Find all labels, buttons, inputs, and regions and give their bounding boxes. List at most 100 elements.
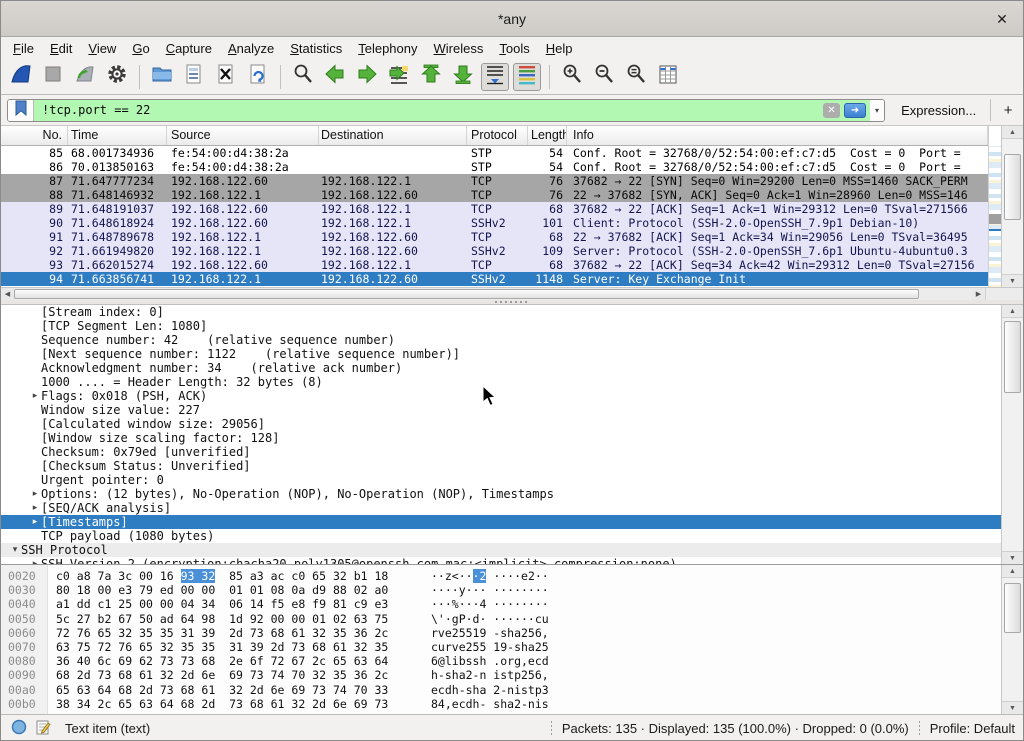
detail-row[interactable]: Urgent pointer: 0 — [1, 473, 1001, 487]
packet-list-minimap[interactable] — [988, 126, 1001, 287]
go-last-button[interactable] — [449, 63, 477, 91]
hex-row[interactable]: 006072 76 65 32 35 35 31 39 2d 73 68 61 … — [1, 626, 1001, 640]
hex-bytes[interactable]: 5c 27 b2 67 50 ad 64 98 1d 92 00 00 01 0… — [56, 612, 388, 626]
column-header-destination[interactable]: Destination — [319, 126, 467, 145]
detail-row[interactable]: Checksum: 0x79ed [unverified] — [1, 445, 1001, 459]
column-header-info[interactable]: Info — [567, 126, 988, 145]
menu-item-file[interactable]: File — [5, 39, 42, 58]
colorize-button[interactable] — [513, 63, 541, 91]
detail-row[interactable]: ▸Flags: 0x018 (PSH, ACK) — [1, 389, 1001, 403]
hex-row[interactable]: 009068 2d 73 68 61 32 2d 6e 69 73 74 70 … — [1, 668, 1001, 682]
menu-item-tools[interactable]: Tools — [491, 39, 537, 58]
scroll-right-arrow[interactable]: ▶ — [972, 288, 985, 300]
detail-row[interactable]: [Next sequence number: 1122 (relative se… — [1, 347, 1001, 361]
expression-button[interactable]: Expression... — [901, 103, 976, 118]
packet-row[interactable]: 9171.648789678192.168.122.1192.168.122.6… — [1, 230, 988, 244]
scroll-up-arrow[interactable]: ▲ — [1002, 565, 1023, 578]
packet-row[interactable]: 8771.647777234192.168.122.60192.168.122.… — [1, 174, 988, 188]
start-capture-button[interactable] — [7, 63, 35, 91]
hex-bytes[interactable]: 65 63 64 68 2d 73 68 61 32 2d 6e 69 73 7… — [56, 683, 388, 697]
packet-row[interactable]: 8971.648191037192.168.122.60192.168.122.… — [1, 202, 988, 216]
hex-bytes[interactable]: 38 34 2c 65 63 64 68 2d 73 68 61 32 2d 6… — [56, 697, 388, 711]
hex-ascii[interactable]: ····y··· ········ — [431, 583, 549, 597]
hex-ascii[interactable]: 6@libssh .org,ecd — [431, 654, 549, 668]
column-header-protocol[interactable]: Protocol — [467, 126, 528, 145]
packet-row[interactable]: 8670.013850163fe:54:00:d4:38:2aSTP54Conf… — [1, 160, 988, 174]
hex-ascii[interactable]: curve255 19-sha25 — [431, 640, 549, 654]
menu-item-telephony[interactable]: Telephony — [350, 39, 425, 58]
hex-row[interactable]: 003080 18 00 e3 79 ed 00 00 01 01 08 0a … — [1, 583, 1001, 597]
detail-row[interactable]: ▸SSH Version 2 (encryption:chacha20-poly… — [1, 557, 1001, 564]
packet-row[interactable]: 9471.663856741192.168.122.1192.168.122.6… — [1, 272, 988, 286]
hex-ascii[interactable]: h-sha2-n istp256, — [431, 668, 549, 682]
detail-row[interactable]: [Window size scaling factor: 128] — [1, 431, 1001, 445]
hex-bytes[interactable]: c0 a8 7a 3c 00 16 93 32 85 a3 ac c0 65 3… — [56, 569, 388, 583]
filter-text[interactable]: !tcp.port == 22 — [42, 103, 819, 117]
hex-bytes[interactable]: a1 dd c1 25 00 00 04 34 06 14 f5 e8 f9 8… — [56, 597, 388, 611]
expander-icon[interactable]: ▸ — [29, 517, 41, 527]
detail-row[interactable]: ▸[Timestamps] — [1, 515, 1001, 529]
hex-ascii[interactable]: rve25519 -sha256, — [431, 626, 549, 640]
zoom-in-button[interactable] — [558, 63, 586, 91]
hex-bytes[interactable]: 36 40 6c 69 62 73 73 68 2e 6f 72 67 2c 6… — [56, 654, 388, 668]
filter-clear-button[interactable]: ✕ — [823, 103, 840, 118]
hex-row[interactable]: 00b038 34 2c 65 63 64 68 2d 73 68 61 32 … — [1, 697, 1001, 711]
hex-row[interactable]: 00a065 63 64 68 2d 73 68 61 32 2d 6e 69 … — [1, 683, 1001, 697]
capture-options-button[interactable] — [103, 63, 131, 91]
hex-ascii[interactable]: ··z<···2 ····e2·· — [431, 569, 549, 583]
detail-row[interactable]: [Checksum Status: Unverified] — [1, 459, 1001, 473]
packet-list-hscrollbar[interactable]: ◀ ▶ — [1, 287, 1023, 300]
detail-row[interactable]: [Stream index: 0] — [1, 305, 1001, 319]
scroll-down-arrow[interactable]: ▼ — [1002, 701, 1023, 714]
hex-row[interactable]: 008036 40 6c 69 62 73 73 68 2e 6f 72 67 … — [1, 654, 1001, 668]
scroll-left-arrow[interactable]: ◀ — [1, 288, 14, 300]
capture-comment-icon[interactable] — [35, 719, 51, 738]
scroll-thumb[interactable] — [1004, 154, 1021, 220]
expert-info-icon[interactable] — [11, 719, 27, 738]
scroll-down-arrow[interactable]: ▼ — [1002, 551, 1023, 564]
column-header-source[interactable]: Source — [167, 126, 319, 145]
menu-item-edit[interactable]: Edit — [42, 39, 80, 58]
reload-file-button[interactable] — [244, 63, 272, 91]
save-file-button[interactable] — [180, 63, 208, 91]
add-filter-button[interactable]: + — [999, 102, 1017, 119]
expander-icon[interactable]: ▸ — [29, 489, 41, 499]
detail-row[interactable]: Sequence number: 42 (relative sequence n… — [1, 333, 1001, 347]
hex-bytes[interactable]: 80 18 00 e3 79 ed 00 00 01 01 08 0a d9 8… — [56, 583, 388, 597]
hex-bytes[interactable]: 63 75 72 76 65 32 35 35 31 39 2d 73 68 6… — [56, 640, 388, 654]
detail-row[interactable]: ▸Options: (12 bytes), No-Operation (NOP)… — [1, 487, 1001, 501]
hex-ascii[interactable]: ecdh-sha 2-nistp3 — [431, 683, 549, 697]
detail-row[interactable]: 1000 .... = Header Length: 32 bytes (8) — [1, 375, 1001, 389]
detail-row[interactable]: TCP payload (1080 bytes) — [1, 529, 1001, 543]
display-filter-input[interactable]: !tcp.port == 22 ✕ ➜ ▾ — [7, 99, 885, 122]
menu-item-go[interactable]: Go — [124, 39, 157, 58]
go-back-button[interactable] — [321, 63, 349, 91]
menu-item-capture[interactable]: Capture — [158, 39, 220, 58]
expander-icon[interactable]: ▾ — [9, 545, 21, 555]
detail-row[interactable]: Window size value: 227 — [1, 403, 1001, 417]
open-file-button[interactable] — [148, 63, 176, 91]
title-bar[interactable]: *any ✕ — [1, 1, 1023, 37]
expander-icon[interactable]: ▸ — [29, 391, 41, 401]
zoom-out-button[interactable] — [590, 63, 618, 91]
scroll-up-arrow[interactable]: ▲ — [1002, 126, 1023, 139]
close-window-button[interactable]: ✕ — [993, 10, 1011, 28]
close-file-button[interactable] — [212, 63, 240, 91]
expander-icon[interactable]: ▸ — [29, 503, 41, 513]
bytes-vscrollbar[interactable]: ▲ ▼ — [1001, 565, 1023, 714]
go-first-button[interactable] — [417, 63, 445, 91]
detail-row[interactable]: Acknowledgment number: 34 (relative ack … — [1, 361, 1001, 375]
packet-list-vscrollbar[interactable]: ▲ ▼ — [1001, 126, 1023, 287]
scroll-down-arrow[interactable]: ▼ — [1002, 274, 1023, 287]
stop-capture-button[interactable] — [39, 63, 67, 91]
packet-row[interactable]: 9371.662015274192.168.122.60192.168.122.… — [1, 258, 988, 272]
restart-capture-button[interactable] — [71, 63, 99, 91]
packet-row[interactable]: 8568.001734936fe:54:00:d4:38:2aSTP54Conf… — [1, 146, 988, 160]
hex-bytes[interactable]: 72 76 65 32 35 35 31 39 2d 73 68 61 32 3… — [56, 626, 388, 640]
scroll-thumb[interactable] — [1004, 583, 1021, 633]
hex-ascii[interactable]: 84,ecdh- sha2-nis — [431, 697, 549, 711]
hex-ascii[interactable]: \'·gP·d· ······cu — [431, 612, 549, 626]
packet-row[interactable]: 9071.648618924192.168.122.60192.168.122.… — [1, 216, 988, 230]
details-vscrollbar[interactable]: ▲ ▼ — [1001, 305, 1023, 564]
resize-columns-button[interactable] — [654, 63, 682, 91]
